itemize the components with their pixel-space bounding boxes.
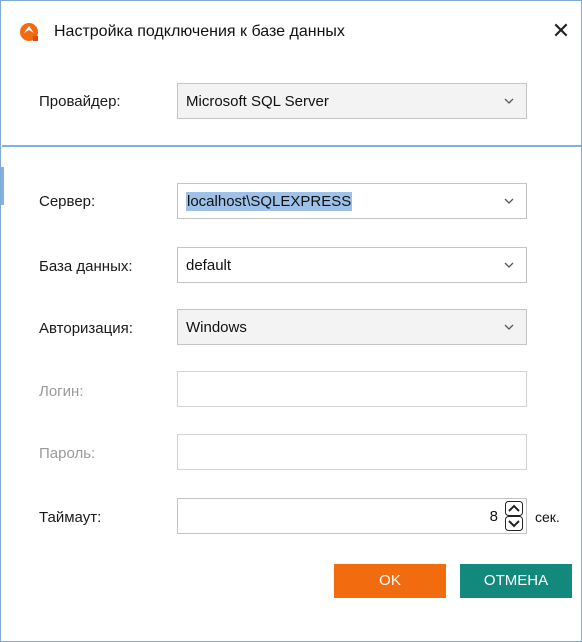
database-label: База данных: [39,258,133,275]
server-combobox[interactable]: localhost\SQLEXPRESS [177,183,527,219]
ok-button[interactable]: OK [334,564,446,598]
title-bar: Настройка подключения к базе данных ✕ [1,1,581,63]
cancel-button[interactable]: ОТМЕНА [460,564,572,598]
auth-label: Авторизация: [39,320,133,337]
chevron-down-icon [504,98,514,104]
database-value: default [186,257,232,274]
server-label: Сервер: [39,193,96,210]
auth-select[interactable]: Windows [177,309,527,345]
timeout-unit: сек. [535,509,560,525]
chevron-down-icon [504,198,514,204]
section-divider [2,145,581,147]
provider-value: Microsoft SQL Server [186,93,329,110]
chevron-down-icon [504,324,514,330]
server-selected-text: localhost\SQLEXPRESS [186,192,353,211]
password-input [177,434,527,470]
close-button[interactable]: ✕ [549,19,573,43]
app-logo-icon [20,23,38,41]
timeout-stepper[interactable]: 8 [177,498,527,534]
focus-accent-bar [1,167,4,205]
timeout-label: Таймаут: [39,509,102,526]
dialog-title: Настройка подключения к базе данных [54,23,345,40]
chevron-down-icon [504,262,514,268]
server-value: localhost\SQLEXPRESS [186,192,353,211]
password-label: Пароль: [39,445,96,462]
connection-settings-dialog: Настройка подключения к базе данных ✕ Пр… [0,0,582,642]
database-combobox[interactable]: default [177,247,527,283]
login-input [177,371,527,407]
login-label: Логин: [39,383,84,400]
auth-value: Windows [186,319,247,336]
spin-arrows-icon[interactable] [505,501,523,531]
provider-select[interactable]: Microsoft SQL Server [177,83,527,119]
provider-label: Провайдер: [39,93,121,110]
timeout-value: 8 [489,508,498,525]
